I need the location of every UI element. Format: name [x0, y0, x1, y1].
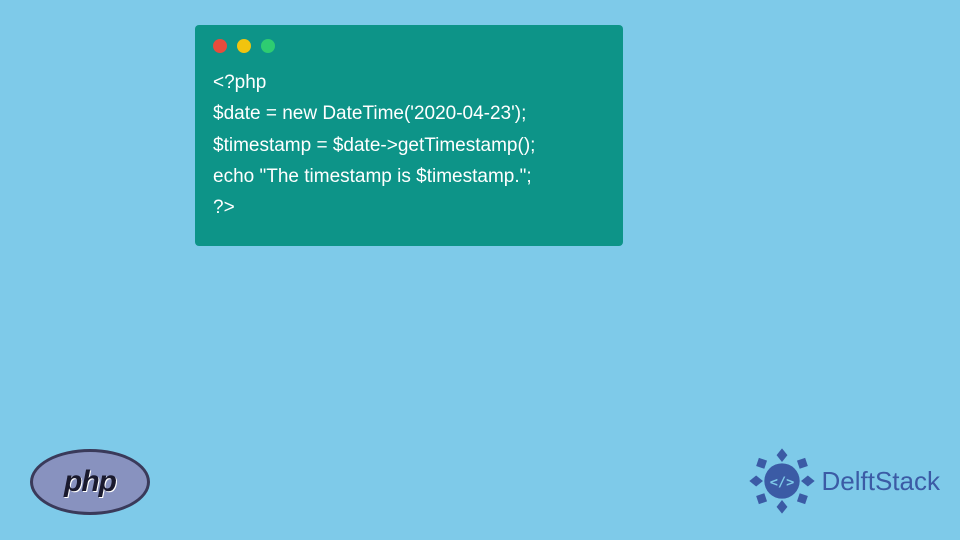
traffic-red-icon — [213, 39, 227, 53]
svg-text:</>: </> — [769, 474, 794, 490]
delftstack-logo: </> DelftStack — [748, 447, 941, 515]
php-logo: php — [30, 449, 150, 515]
code-block: <?php $date = new DateTime('2020-04-23')… — [213, 67, 605, 224]
code-line-2: $date = new DateTime('2020-04-23'); — [213, 103, 526, 124]
code-line-4: echo "The timestamp is $timestamp."; — [213, 166, 532, 187]
traffic-green-icon — [261, 39, 275, 53]
traffic-yellow-icon — [237, 39, 251, 53]
code-line-5: ?> — [213, 197, 235, 218]
code-window: <?php $date = new DateTime('2020-04-23')… — [195, 25, 623, 246]
delftstack-badge-icon: </> — [748, 447, 816, 515]
window-traffic-lights — [213, 39, 605, 53]
delftstack-text: DelftStack — [822, 466, 941, 497]
code-line-1: <?php — [213, 72, 266, 93]
code-line-3: $timestamp = $date->getTimestamp(); — [213, 135, 535, 156]
php-logo-text: php — [64, 465, 116, 499]
